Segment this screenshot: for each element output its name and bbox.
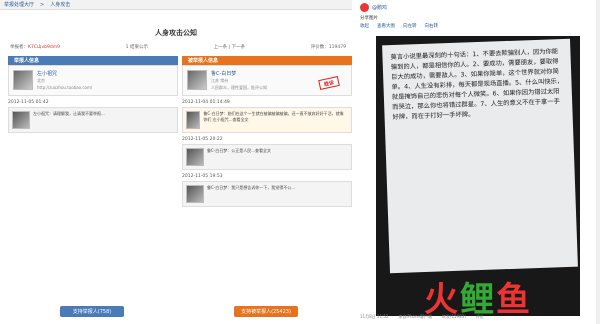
reporter-blog[interactable]: http://zuozhou.taobao.com/ (37, 84, 92, 91)
post-footer: 11月8日 11:52 来自iPhone客户端 转发(15983) 评论 (360, 314, 484, 320)
scrollbar[interactable] (596, 0, 600, 324)
status-text: 1 结果公示 (125, 45, 148, 50)
page-title: 人身攻击公知 (155, 29, 197, 37)
support-reporter-button[interactable]: 支持举报人(758) (60, 306, 124, 317)
reporter-region: 北京 (37, 78, 45, 83)
verdict-stamp: 胜诉 (318, 76, 340, 90)
avatar[interactable] (13, 70, 33, 90)
post-time[interactable]: 11月8日 11:52 (360, 314, 388, 320)
reporter-username[interactable]: 左小祖咒 (37, 70, 92, 77)
collapse-link[interactable]: 收起 (360, 23, 369, 29)
account-name[interactable]: @鹅鸡 (372, 4, 387, 11)
reporter-column: 举报人信息 左小祖咒 北京 http://zuozhou.taobao.com/… (8, 56, 178, 286)
reported-post: 鲁C-白日梦：公正是人民...查看全文 (182, 144, 352, 170)
reporter-quote: 左小祖咒：请理解我，让请我不要举报... (8, 107, 178, 133)
crumb-home[interactable]: 举报处理大厅 (4, 1, 34, 8)
watermark-char: 鱼 (496, 279, 530, 320)
reported-post: 鲁C-白日梦：我只是想告诉你一下，我觉得不公... (182, 181, 352, 207)
reporter-quote-text: 左小祖咒：请理解我，让请我不要举报... (33, 111, 105, 116)
crumb-current[interactable]: 人身攻击 (50, 1, 70, 8)
post-time-2: 2012-11-05 19:53 (182, 174, 223, 179)
reported-username[interactable]: 鲁C-白日梦 (211, 70, 267, 77)
reporter-time: 2012-11-05 01:42 (8, 100, 49, 105)
reporter-label: 举报者： (10, 45, 28, 50)
support-reported-button[interactable]: 支持被举报人(25423) (234, 306, 298, 317)
reporter-name[interactable]: K7C山vb9dm9 (28, 45, 60, 50)
post-text: 鲁C-白日梦：我只是想告诉你一下，我觉得不公... (207, 185, 296, 190)
reported-column: 被举报人信息 鲁C-白日梦 江苏 常州 人民群众，理性爱国，批评公知 胜诉 20… (182, 56, 352, 286)
post-time-1: 2012-11-05 20:22 (182, 137, 223, 142)
post-time-0: 2012-11-04 01:14:49 (182, 100, 230, 105)
reporter-card: 左小祖咒 北京 http://zuozhou.taobao.com/ (8, 65, 178, 96)
post-source: 来自iPhone客户端 (398, 314, 432, 319)
reported-region: 江苏 常州 (211, 78, 229, 83)
image-toolbar: 收起 查看大图 向左转 向右转 (356, 21, 600, 31)
post-text: 鲁C-白日梦：她们在这个一生就在被骗被骗被骗，还一直不放弃好好干活，就像 你们 … (203, 111, 344, 122)
breadcrumb: 举报处理大厅 > 人身攻击 (0, 0, 352, 10)
comment-count: 评价数：119479 (310, 45, 346, 50)
view-large-link[interactable]: 查看大图 (377, 23, 395, 29)
reported-card: 鲁C-白日梦 江苏 常州 人民群众，理性爱国，批评公知 胜诉 (182, 65, 352, 96)
avatar[interactable] (186, 148, 204, 166)
next-link[interactable]: 下一条 (232, 45, 246, 50)
avatar[interactable] (186, 111, 201, 129)
report-panel: 举报处理大厅 > 人身攻击 人身攻击公知 举报者：K7C山vb9dm9 1 结果… (0, 0, 352, 324)
weibo-icon (360, 3, 369, 12)
post-header: @鹅鸡 (356, 0, 600, 15)
paper-text: 莫言小说里最深刻的十句话：1、不要去欺骗别人，因为你能骗到的人，都是相信你的人。… (382, 38, 578, 274)
reported-header: 被举报人信息 (182, 56, 352, 65)
comment-link[interactable]: 评论 (476, 314, 484, 320)
prev-link[interactable]: 上一条 (214, 45, 228, 50)
reporter-header: 举报人信息 (8, 56, 178, 65)
reported-post: 鲁C-白日梦：她们在这个一生就在被骗被骗被骗，还一直不放弃好好干活，就像 你们 … (182, 107, 352, 133)
avatar[interactable] (12, 111, 30, 129)
repost-link[interactable]: 转发(15983) (442, 314, 466, 320)
rotate-left-link[interactable]: 向左转 (403, 23, 417, 29)
meta-row: 举报者：K7C山vb9dm9 1 结果公示 上一条 | 下一条 评价数：1194… (10, 45, 346, 50)
reported-desc: 人民群众，理性爱国，批评公知 (211, 85, 267, 90)
rotate-right-link[interactable]: 向右转 (425, 23, 439, 29)
avatar[interactable] (186, 185, 204, 203)
post-text: 鲁C-白日梦：公正是人民...查看全文 (207, 148, 272, 153)
avatar[interactable] (187, 70, 207, 90)
